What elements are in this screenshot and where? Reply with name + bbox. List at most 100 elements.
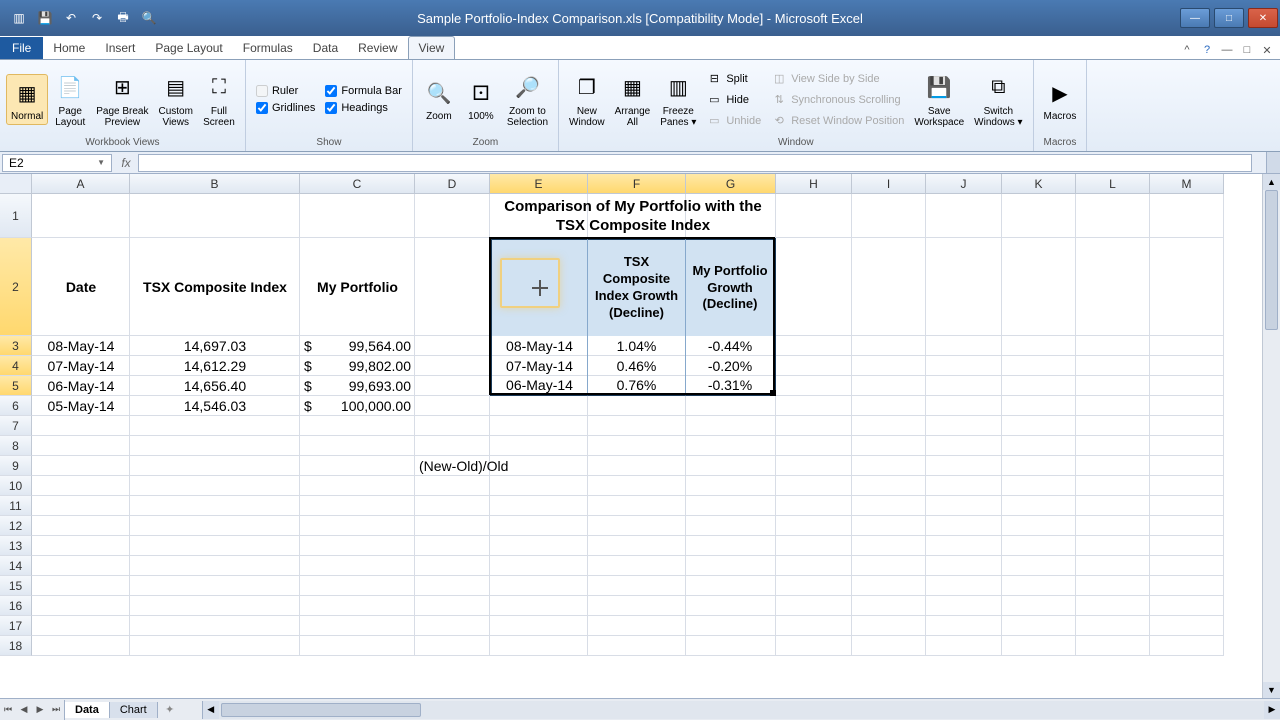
- cell-F6[interactable]: [588, 396, 686, 416]
- cell-L12[interactable]: [1076, 516, 1150, 536]
- cell-K10[interactable]: [1002, 476, 1076, 496]
- cell-E5[interactable]: [490, 376, 588, 396]
- cell-M2[interactable]: [1150, 238, 1224, 336]
- sheet-nav-prev-icon[interactable]: ◀: [16, 700, 32, 720]
- new-sheet-icon[interactable]: ✦: [158, 703, 182, 716]
- cell-E3[interactable]: [490, 336, 588, 356]
- row-header-15[interactable]: 15: [0, 576, 32, 596]
- cell-E14[interactable]: [490, 556, 588, 576]
- formula-input[interactable]: [138, 154, 1252, 172]
- cell-C4[interactable]: [300, 356, 415, 376]
- cell-E10[interactable]: [490, 476, 588, 496]
- cell-F8[interactable]: [588, 436, 686, 456]
- cell-G2[interactable]: [686, 238, 776, 336]
- cell-B15[interactable]: [130, 576, 300, 596]
- page-break-button[interactable]: ⊞Page Break Preview: [92, 70, 152, 130]
- cell-I4[interactable]: [852, 356, 926, 376]
- cell-F10[interactable]: [588, 476, 686, 496]
- cell-G6[interactable]: [686, 396, 776, 416]
- column-header-E[interactable]: E: [490, 174, 588, 194]
- cell-F14[interactable]: [588, 556, 686, 576]
- row-header-18[interactable]: 18: [0, 636, 32, 656]
- cell-G15[interactable]: [686, 576, 776, 596]
- cell-L6[interactable]: [1076, 396, 1150, 416]
- cell-C1[interactable]: [300, 194, 415, 238]
- save-icon[interactable]: 💾: [34, 7, 56, 29]
- cell-C11[interactable]: [300, 496, 415, 516]
- cell-L10[interactable]: [1076, 476, 1150, 496]
- cell-B1[interactable]: [130, 194, 300, 238]
- cell-H18[interactable]: [776, 636, 852, 656]
- cell-C16[interactable]: [300, 596, 415, 616]
- cell-F15[interactable]: [588, 576, 686, 596]
- cell-G5[interactable]: [686, 376, 776, 396]
- side-by-side-button[interactable]: ◫View Side by Side: [767, 69, 908, 89]
- cell-M9[interactable]: [1150, 456, 1224, 476]
- cell-M13[interactable]: [1150, 536, 1224, 556]
- cell-J6[interactable]: [926, 396, 1002, 416]
- cell-I6[interactable]: [852, 396, 926, 416]
- grid[interactable]: DateTSX Composite IndexMy Portfolio08-Ma…: [32, 194, 1262, 698]
- preview-icon[interactable]: 🔍: [138, 7, 160, 29]
- cell-C15[interactable]: [300, 576, 415, 596]
- cell-G1[interactable]: [686, 194, 776, 238]
- cell-B5[interactable]: [130, 376, 300, 396]
- column-header-J[interactable]: J: [926, 174, 1002, 194]
- cell-C13[interactable]: [300, 536, 415, 556]
- row-header-13[interactable]: 13: [0, 536, 32, 556]
- scroll-thumb[interactable]: [1265, 190, 1278, 330]
- cell-K12[interactable]: [1002, 516, 1076, 536]
- cell-I2[interactable]: [852, 238, 926, 336]
- cell-A2[interactable]: [32, 238, 130, 336]
- undo-icon[interactable]: ↶: [60, 7, 82, 29]
- cell-H8[interactable]: [776, 436, 852, 456]
- cell-J11[interactable]: [926, 496, 1002, 516]
- minimize-ribbon-icon[interactable]: ^: [1178, 41, 1196, 59]
- cell-A18[interactable]: [32, 636, 130, 656]
- cell-B6[interactable]: [130, 396, 300, 416]
- cell-C7[interactable]: [300, 416, 415, 436]
- cell-I13[interactable]: [852, 536, 926, 556]
- cell-E1[interactable]: [490, 194, 588, 238]
- cell-G16[interactable]: [686, 596, 776, 616]
- cell-H3[interactable]: [776, 336, 852, 356]
- cell-I7[interactable]: [852, 416, 926, 436]
- custom-views-button[interactable]: ▤Custom Views: [155, 70, 197, 130]
- cell-A11[interactable]: [32, 496, 130, 516]
- cell-A3[interactable]: [32, 336, 130, 356]
- cell-G10[interactable]: [686, 476, 776, 496]
- cell-A6[interactable]: [32, 396, 130, 416]
- cell-I5[interactable]: [852, 376, 926, 396]
- cell-D6[interactable]: [415, 396, 490, 416]
- zoom-selection-button[interactable]: 🔎Zoom to Selection: [503, 70, 552, 130]
- cell-B9[interactable]: [130, 456, 300, 476]
- cell-E15[interactable]: [490, 576, 588, 596]
- sheet-nav-last-icon[interactable]: ⏭: [48, 700, 64, 720]
- cell-D17[interactable]: [415, 616, 490, 636]
- cell-K3[interactable]: [1002, 336, 1076, 356]
- cell-D9[interactable]: [415, 456, 490, 476]
- doc-minimize-icon[interactable]: —: [1218, 41, 1236, 59]
- row-header-9[interactable]: 9: [0, 456, 32, 476]
- column-header-B[interactable]: B: [130, 174, 300, 194]
- cell-K5[interactable]: [1002, 376, 1076, 396]
- tab-formulas[interactable]: Formulas: [233, 37, 303, 59]
- formula-bar-checkbox[interactable]: Formula Bar: [321, 83, 406, 99]
- cell-A9[interactable]: [32, 456, 130, 476]
- row-header-3[interactable]: 3: [0, 336, 32, 356]
- cell-M11[interactable]: [1150, 496, 1224, 516]
- sheet-nav-next-icon[interactable]: ▶: [32, 700, 48, 720]
- cell-C9[interactable]: [300, 456, 415, 476]
- cell-H15[interactable]: [776, 576, 852, 596]
- cell-C6[interactable]: [300, 396, 415, 416]
- cell-J3[interactable]: [926, 336, 1002, 356]
- cell-D13[interactable]: [415, 536, 490, 556]
- tab-insert[interactable]: Insert: [95, 37, 145, 59]
- freeze-panes-button[interactable]: ▥Freeze Panes ▾: [656, 70, 700, 130]
- cell-F16[interactable]: [588, 596, 686, 616]
- cell-F9[interactable]: [588, 456, 686, 476]
- row-header-12[interactable]: 12: [0, 516, 32, 536]
- cell-M3[interactable]: [1150, 336, 1224, 356]
- zoom-100-button[interactable]: ⚀100%: [461, 75, 501, 124]
- cell-I16[interactable]: [852, 596, 926, 616]
